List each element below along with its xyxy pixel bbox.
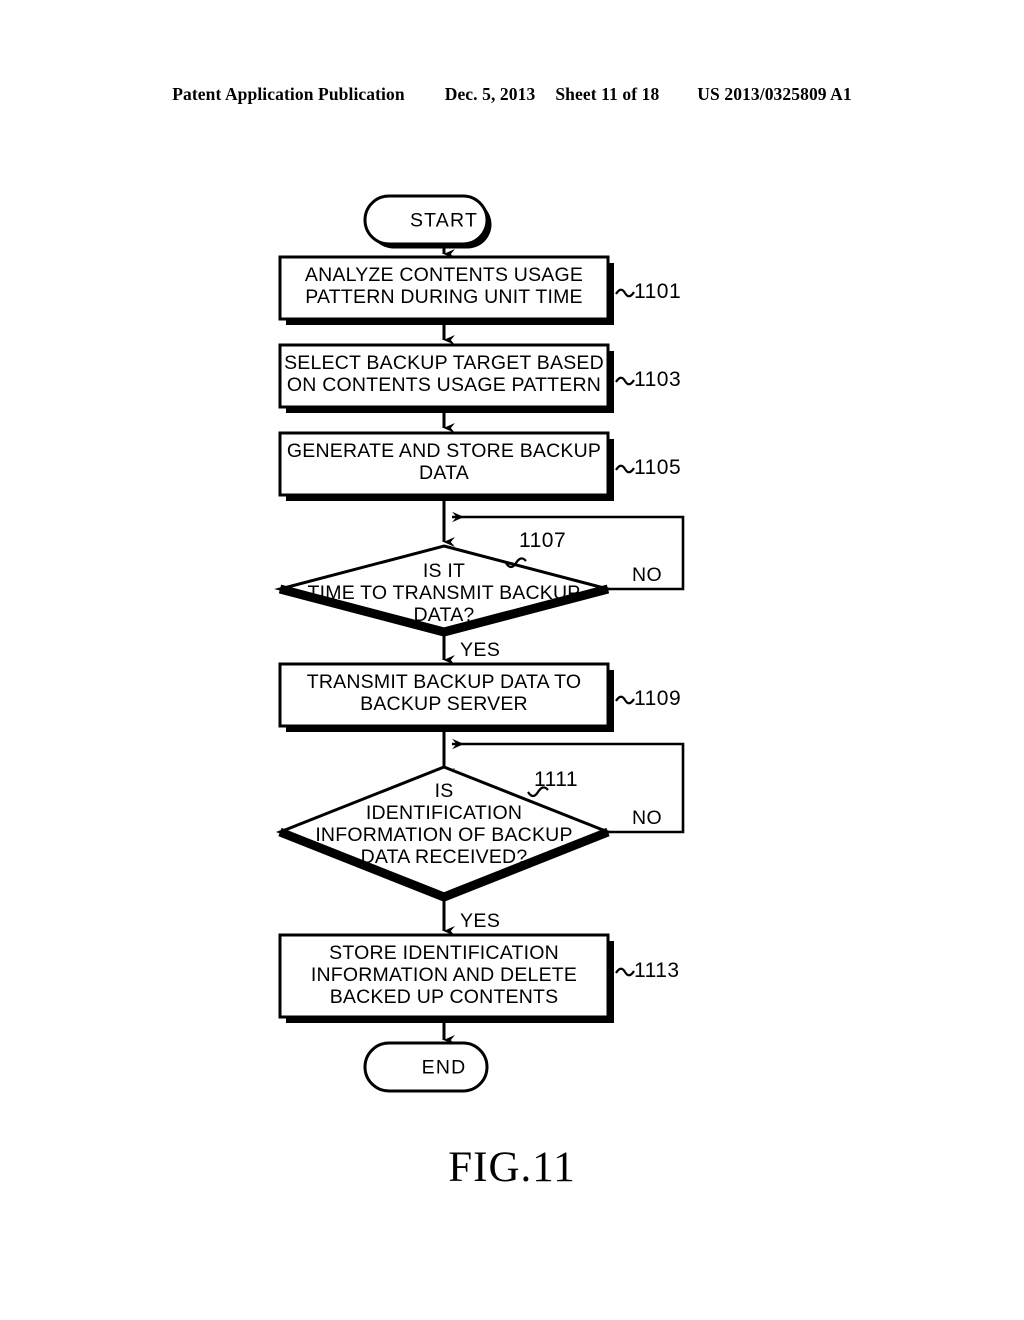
ref-1105-label: 1105 [634,456,681,479]
ref-1105-leader [615,464,635,474]
node-1107: IS IT TIME TO TRANSMIT BACKUP DATA? 1107 [274,529,614,637]
node-start: START [363,194,492,249]
box-1103-line-1: SELECT BACKUP TARGET BASED [284,352,604,374]
node-1111: IS IDENTIFICATION INFORMATION OF BACKUP … [275,765,613,902]
diamond-1111-line-4: DATA RECEIVED? [361,846,528,868]
patent-page: Patent Application Publication Dec. 5, 2… [0,0,1024,1320]
node-1105: GENERATE AND STORE BACKUP DATA 1105 [278,431,681,501]
loop-1111-no-label: NO [632,807,662,829]
diamond-1111-line-3: INFORMATION OF BACKUP [315,824,572,846]
ref-1103-label: 1103 [634,368,681,391]
diamond-1107-line-3: DATA? [414,604,475,626]
box-1101-line-2: PATTERN DURING UNIT TIME [305,286,582,308]
ref-1111-label: 1111 [534,768,578,791]
diamond-1107-line-1: IS IT [423,560,465,582]
start-label: START [410,210,478,232]
ref-1109-leader [615,695,635,705]
diamond-1111-line-2: IDENTIFICATION [366,802,522,824]
box-1113-line-1: STORE IDENTIFICATION [329,942,559,964]
box-1105-line-1: GENERATE AND STORE BACKUP [287,440,601,462]
node-1101: ANALYZE CONTENTS USAGE PATTERN DURING UN… [278,255,681,325]
ref-1103-leader [615,376,635,386]
box-1113-line-3: BACKED UP CONTENTS [330,986,559,1008]
label-1107-yes: YES [460,639,500,661]
loop-1107-no-label: NO [632,564,662,586]
diamond-1107-line-2: TIME TO TRANSMIT BACKUP [308,582,581,604]
ref-1113-label: 1113 [634,959,680,982]
figure-caption: FIG.11 [448,1144,576,1191]
box-1105-line-2: DATA [419,462,469,484]
box-1103-line-2: ON CONTENTS USAGE PATTERN [287,374,601,396]
node-1109: TRANSMIT BACKUP DATA TO BACKUP SERVER 11… [278,662,681,732]
ref-1107-label: 1107 [519,529,566,552]
ref-1101-label: 1101 [634,280,681,303]
diamond-1111-line-1: IS [435,780,454,802]
box-1113-line-2: INFORMATION AND DELETE [311,964,577,986]
node-end: END [363,1041,489,1093]
flowchart-diagram: START ANALYZE CONTENTS USAGE PATTERN DUR… [274,194,685,1093]
ref-1113-leader [615,967,635,977]
node-1103: SELECT BACKUP TARGET BASED ON CONTENTS U… [278,343,681,413]
end-label: END [422,1057,467,1079]
label-1111-yes: YES [460,910,500,932]
box-1101-line-1: ANALYZE CONTENTS USAGE [305,264,583,286]
box-1109-line-1: TRANSMIT BACKUP DATA TO [307,671,581,693]
node-1113: STORE IDENTIFICATION INFORMATION AND DEL… [278,933,680,1023]
ref-1109-label: 1109 [634,687,681,710]
box-1109-line-2: BACKUP SERVER [360,693,528,715]
ref-1101-leader [615,288,635,298]
